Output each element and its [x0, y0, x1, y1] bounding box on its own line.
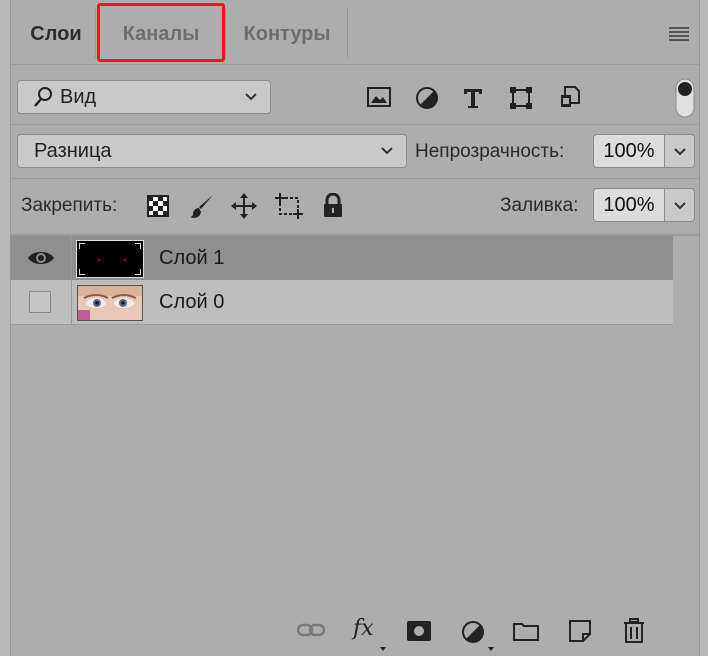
tab-separator	[225, 8, 226, 58]
layer-name[interactable]: Слой 1	[159, 247, 224, 270]
chevron-down-icon	[673, 202, 686, 210]
chevron-down-icon	[244, 87, 258, 119]
tab-separator	[347, 8, 348, 58]
divider	[11, 124, 699, 125]
visibility-checkbox[interactable]	[29, 291, 51, 313]
image-filter-icon[interactable]	[367, 87, 391, 112]
fx-icon[interactable]: fx	[353, 616, 386, 651]
layer-thumbnail	[77, 285, 143, 321]
lock-label: Закрепить:	[21, 195, 118, 216]
tab-paths[interactable]: Контуры	[227, 8, 347, 60]
layers-list-empty-area	[11, 324, 673, 605]
add-mask-icon[interactable]	[407, 621, 431, 646]
new-group-icon[interactable]	[513, 621, 539, 646]
adjustment-filter-icon[interactable]	[415, 86, 439, 115]
link-layers-icon[interactable]	[296, 622, 326, 643]
layers-scrollbar[interactable]	[673, 236, 699, 656]
opacity-label: Непрозрачность:	[415, 141, 565, 162]
tab-bar: Слои Каналы Контуры	[11, 0, 699, 64]
divider	[11, 178, 699, 179]
lock-all-icon[interactable]	[322, 192, 344, 224]
panel-menu-icon[interactable]	[669, 27, 689, 41]
layer-thumbnail	[76, 240, 144, 278]
fill-input[interactable]: 100%	[593, 188, 665, 222]
fill-label: Заливка:	[500, 195, 579, 216]
divider	[11, 64, 699, 65]
visibility-toggle[interactable]	[11, 236, 72, 280]
tab-highlight-box	[97, 3, 225, 62]
eye-icon	[28, 252, 54, 264]
blend-mode-value: Разница	[34, 140, 112, 162]
smart-object-filter-icon[interactable]	[559, 85, 581, 116]
chevron-down-icon	[380, 141, 394, 173]
tab-layers[interactable]: Слои	[19, 8, 93, 60]
new-adjustment-icon[interactable]	[461, 620, 494, 651]
opacity-dropdown-button[interactable]	[665, 134, 695, 168]
layer-row[interactable]: Слой 1	[11, 236, 673, 280]
lock-position-icon[interactable]	[231, 193, 257, 224]
visibility-toggle[interactable]	[11, 280, 72, 324]
layer-row[interactable]: Слой 0	[11, 280, 673, 324]
shape-filter-icon[interactable]	[509, 86, 533, 115]
filter-kind-select[interactable]: Вид	[17, 80, 271, 114]
layers-panel: Слои Каналы Контуры Вид Разница Непрозра…	[10, 0, 700, 656]
filter-toggle-switch[interactable]	[675, 78, 695, 123]
fill-dropdown-button[interactable]	[665, 188, 695, 222]
lock-pixels-icon[interactable]	[189, 193, 215, 224]
fx-label: fx	[353, 616, 374, 641]
chevron-down-icon	[673, 148, 686, 156]
lock-artboard-icon[interactable]	[275, 193, 303, 224]
tab-separator	[95, 8, 96, 58]
filter-kind-label: Вид	[60, 86, 97, 108]
type-filter-icon[interactable]	[461, 86, 485, 115]
layer-name[interactable]: Слой 0	[159, 291, 224, 314]
opacity-input[interactable]: 100%	[593, 134, 665, 168]
delete-icon[interactable]	[623, 618, 645, 649]
blend-mode-select[interactable]: Разница	[17, 134, 407, 168]
lock-transparency-icon[interactable]	[147, 195, 169, 222]
new-layer-icon[interactable]	[569, 620, 591, 647]
search-icon	[32, 81, 54, 123]
chevron-down-icon	[488, 647, 494, 651]
chevron-down-icon	[380, 647, 386, 651]
